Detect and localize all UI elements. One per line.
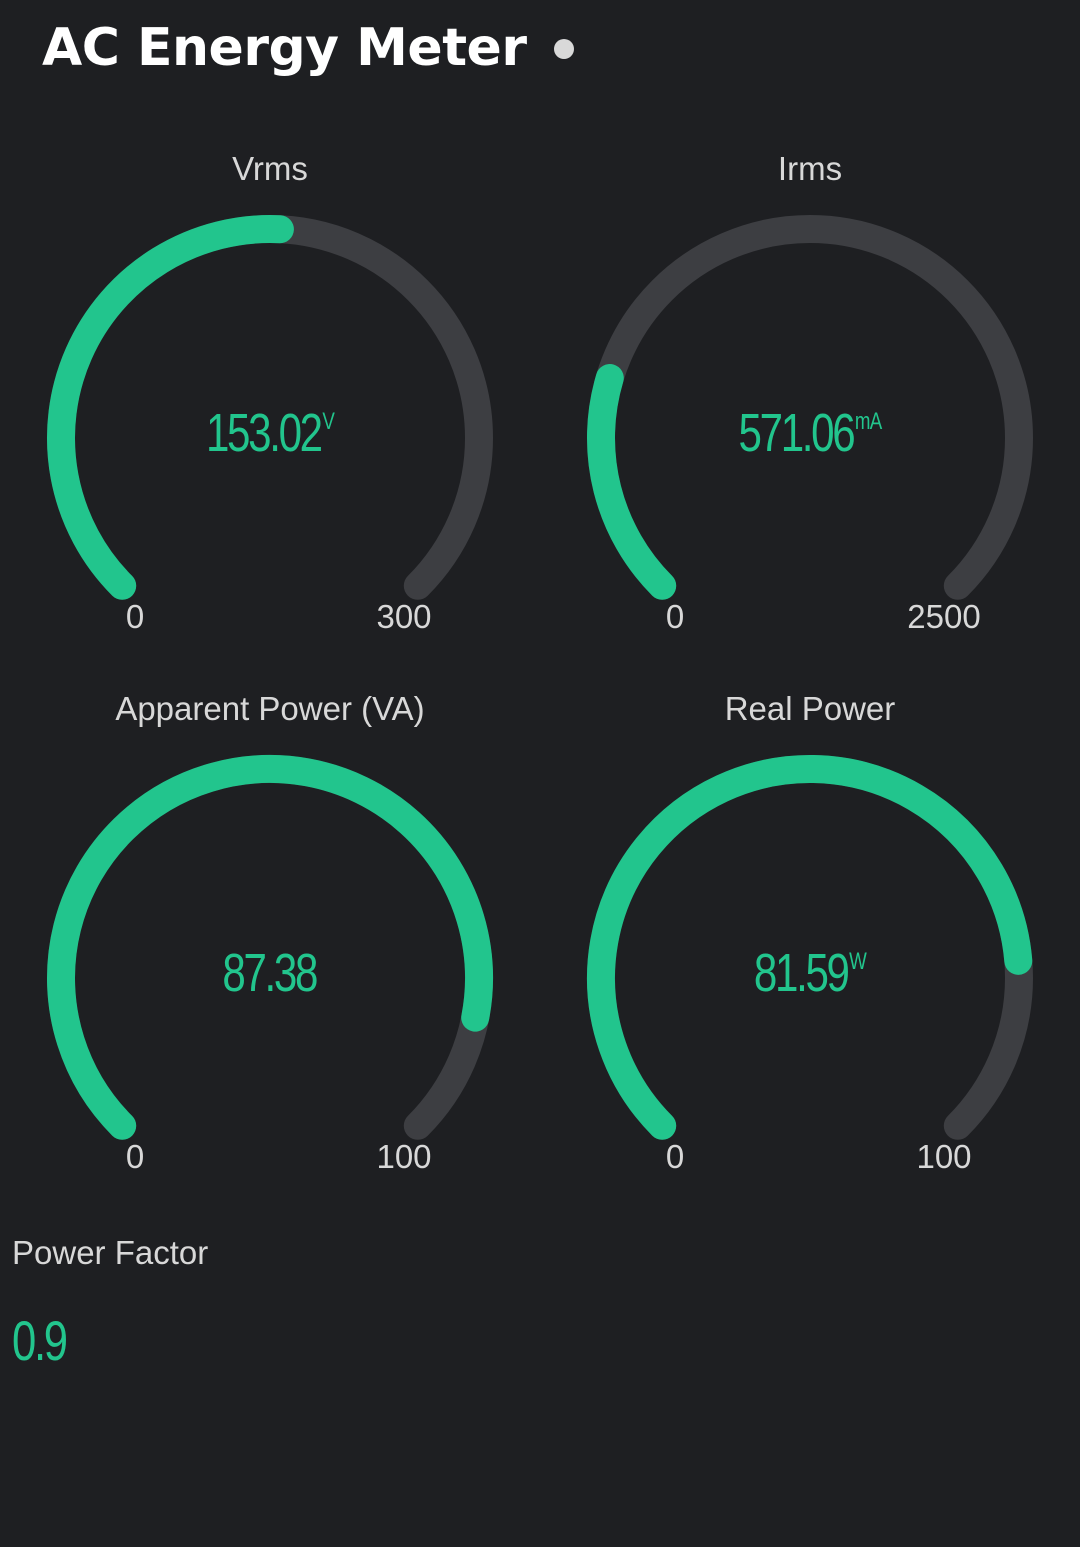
- gauge-min-label: 0: [125, 1138, 145, 1175]
- gauge-min-label: 0: [665, 1138, 685, 1175]
- gauge-apparent-power: Apparent Power (VA) 87.38 0 100: [0, 540, 540, 1175]
- gauge-value: 81.59W: [753, 943, 867, 1003]
- power-factor-label: Power Factor: [12, 1234, 209, 1271]
- gauge-value: 571.06mA: [738, 403, 883, 463]
- gauge-max-label: 100: [916, 1138, 972, 1175]
- gauge-unit: V: [322, 408, 335, 435]
- gauge-vrms: Vrms 153.02V 0 300: [0, 0, 540, 635]
- gauge-unit: W: [849, 948, 867, 975]
- gauge-value: 87.38: [222, 943, 318, 1003]
- gauge-real-power: Real Power 81.59W 0 100: [540, 540, 1080, 1175]
- power-factor-value: 0.9: [12, 1309, 68, 1372]
- gauge-irms: Irms 571.06mA 0 2500: [540, 0, 1080, 635]
- gauge-value: 153.02V: [205, 403, 335, 463]
- gauge-max-label: 100: [376, 1138, 432, 1175]
- gauge-unit: mA: [854, 408, 882, 435]
